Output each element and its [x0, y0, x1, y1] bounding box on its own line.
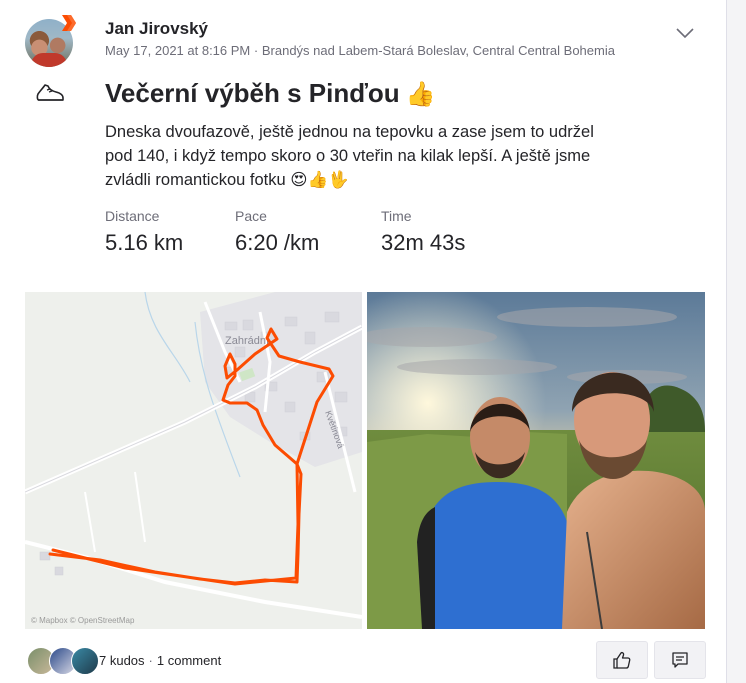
stat-pace: Pace 6:20 /km — [235, 208, 319, 256]
chevron-down-icon[interactable] — [676, 27, 694, 39]
activity-location: Brandýs nad Labem-Stará Boleslav, Centra… — [261, 43, 615, 58]
subscriber-badge-icon — [62, 15, 76, 31]
activity-footer: 7 kudos · 1 comment — [25, 640, 706, 680]
comment-icon — [672, 652, 688, 668]
meta-separator: · — [253, 43, 259, 58]
stat-label: Time — [381, 208, 412, 224]
footer-separator: · — [148, 653, 153, 668]
stat-time: Time 32m 43s — [381, 208, 465, 256]
kudos-count-link[interactable]: 7 kudos — [99, 653, 145, 668]
stat-value: 5.16 km — [105, 230, 184, 255]
map-canvas[interactable]: Zahrádní Květinová — [25, 292, 362, 629]
thumbs-up-icon — [613, 651, 631, 669]
running-shoe-icon — [36, 84, 64, 101]
comment-button[interactable] — [654, 641, 706, 679]
kudos-avatars[interactable] — [27, 647, 99, 675]
photo-image[interactable] — [367, 292, 705, 629]
route-map[interactable]: Zahrádní Květinová © Mapbox © OpenStreet… — [25, 292, 362, 629]
kudo-avatar[interactable] — [71, 647, 99, 675]
activity-meta: May 17, 2021 at 8:16 PM · Brandýs nad La… — [105, 43, 615, 58]
stat-label: Pace — [235, 208, 267, 224]
activity-description: Dneska dvoufazově, ještě jednou na tepov… — [105, 123, 594, 189]
athlete-avatar-link[interactable] — [25, 15, 77, 67]
athlete-name-link[interactable]: Jan Jirovský — [105, 19, 208, 39]
stat-distance: Distance 5.16 km — [105, 208, 183, 256]
kudos-summary: 7 kudos · 1 comment — [99, 653, 221, 668]
activity-card: Jan Jirovský May 17, 2021 at 8:16 PM · B… — [0, 0, 727, 683]
activity-photo[interactable] — [367, 292, 705, 629]
stat-value: 32m 43s — [381, 230, 466, 255]
stat-value: 6:20 /km — [235, 230, 320, 255]
title-emoji: 👍 — [405, 81, 436, 108]
map-attribution[interactable]: © Mapbox © OpenStreetMap — [31, 616, 134, 625]
stat-label: Distance — [105, 208, 160, 224]
activity-title-link[interactable]: Večerní výběh s Pinďou 👍 — [105, 78, 436, 109]
activity-timestamp: May 17, 2021 at 8:16 PM — [105, 43, 251, 58]
give-kudos-button[interactable] — [596, 641, 648, 679]
map-place-label: Zahrádní — [225, 335, 269, 347]
scrollbar[interactable] — [727, 0, 746, 683]
activity-title[interactable]: Večerní výběh s Pinďou — [105, 78, 400, 108]
comments-count-link[interactable]: 1 comment — [157, 653, 221, 668]
